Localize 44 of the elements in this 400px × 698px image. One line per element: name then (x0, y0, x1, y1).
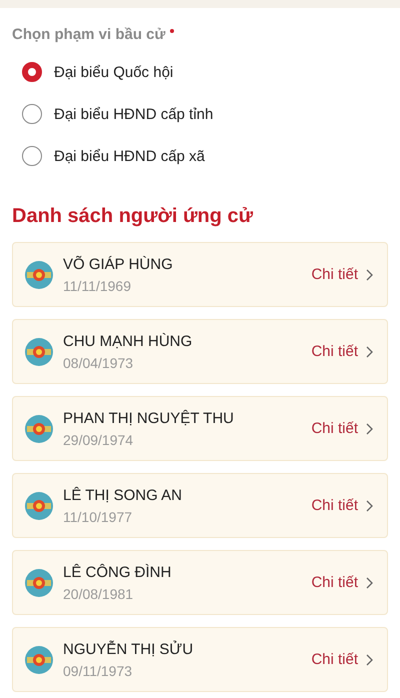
candidate-card[interactable]: VÕ GIÁP HÙNG 11/11/1969 Chi tiết (12, 242, 388, 307)
radio-button[interactable] (22, 62, 42, 82)
emblem-icon (25, 492, 53, 520)
emblem-icon (25, 260, 53, 288)
candidate-name: LÊ CÔNG ĐÌNH (63, 564, 172, 580)
candidate-card[interactable]: LÊ CÔNG ĐÌNH 20/08/1981 Chi tiết (12, 550, 388, 615)
chevron-right-icon (366, 422, 373, 434)
birth-date: 29/09/1974 (63, 432, 134, 448)
candidate-card[interactable]: NGUYỄN THỊ SỬU 09/11/1973 Chi tiết (12, 627, 388, 692)
radio-button[interactable] (22, 104, 42, 124)
birth-date: 20/08/1981 (63, 586, 134, 602)
radio-label: Đại biểu HĐND cấp tỉnh (54, 106, 214, 122)
detail-link[interactable]: Chi tiết (311, 343, 373, 360)
birth-date: 11/11/1969 (63, 278, 132, 294)
candidate-name: NGUYỄN THỊ SỬU (63, 640, 194, 658)
detail-link[interactable]: Chi tiết (311, 497, 373, 514)
detail-link[interactable]: Chi tiết (311, 651, 373, 668)
radio-label: Đại biểu Quốc hội (54, 64, 174, 80)
emblem-icon (25, 414, 53, 442)
candidate-card[interactable]: LÊ THỊ SONG AN 11/10/1977 Chi tiết (12, 473, 388, 538)
chevron-right-icon (366, 576, 373, 588)
birth-date: 09/11/1973 (63, 662, 134, 678)
chevron-right-icon (366, 346, 373, 358)
candidate-name: PHAN THỊ NGUYỆT THU (63, 410, 235, 426)
chevron-right-icon (366, 268, 373, 280)
detail-link[interactable]: Chi tiết (311, 574, 373, 591)
chevron-right-icon (366, 654, 373, 666)
emblem-icon (25, 646, 53, 674)
candidate-name: VÕ GIÁP HÙNG (63, 256, 174, 272)
emblem-icon (25, 338, 53, 366)
birth-date: 11/10/1977 (63, 508, 134, 524)
candidate-card[interactable]: PHAN THỊ NGUYỆT THU 29/09/1974 Chi tiết (12, 396, 388, 461)
section-title: Danh sách người ứng cử (12, 205, 254, 228)
candidate-name: CHU MẠNH HÙNG (63, 332, 194, 350)
candidate-name: LÊ THỊ SONG AN (63, 486, 183, 504)
field-label: Chọn phạm vi bầu cử (12, 26, 166, 43)
birth-date: 08/04/1973 (63, 354, 134, 370)
radio-button[interactable] (22, 146, 42, 166)
radio-label: Đại biểu HĐND cấp xã (54, 148, 205, 164)
detail-link[interactable]: Chi tiết (311, 420, 373, 437)
candidate-card[interactable]: CHU MẠNH HÙNG 08/04/1973 Chi tiết (12, 319, 388, 384)
detail-link[interactable]: Chi tiết (311, 266, 373, 283)
emblem-icon (25, 568, 53, 596)
chevron-right-icon (366, 500, 373, 512)
